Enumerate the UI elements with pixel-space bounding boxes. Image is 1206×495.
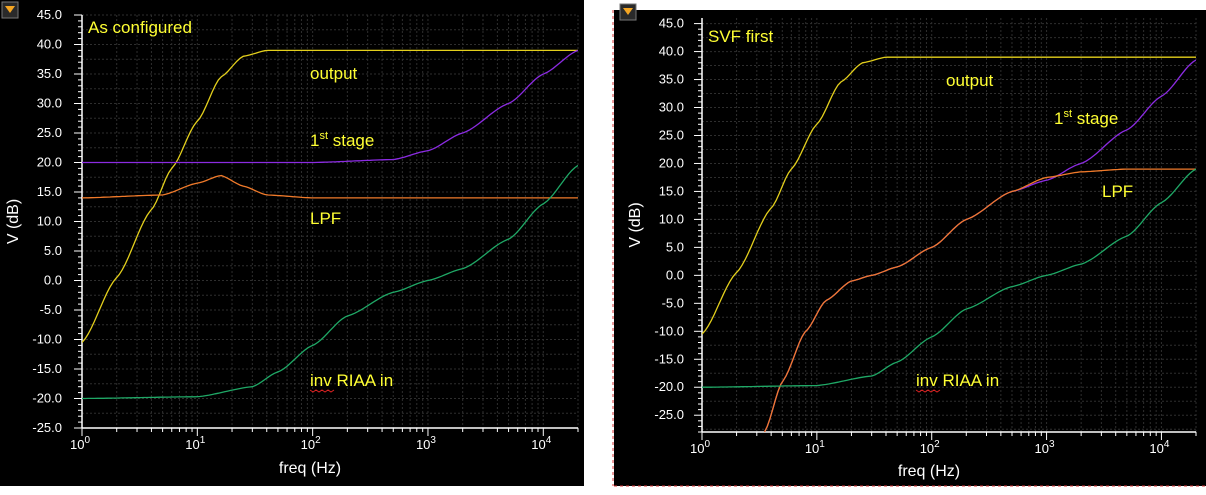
- x-axis-title: freq (Hz): [898, 463, 960, 480]
- y-tick-label: 0.0: [44, 273, 62, 288]
- y-tick-label: 45.0: [37, 7, 62, 22]
- y-tick-label: 25.0: [659, 127, 684, 142]
- x-axis-title: freq (Hz): [279, 460, 341, 477]
- y-tick-label: 40.0: [659, 44, 684, 59]
- series-annotation-lpf: LPF: [310, 209, 341, 228]
- collapse-triangle-icon[interactable]: [1, 1, 19, 19]
- y-tick-label: 5.0: [666, 239, 684, 254]
- y-tick-label: 5.0: [44, 243, 62, 258]
- series-annotation-inv-riaa: inv RIAA in: [310, 371, 393, 390]
- y-tick-label: -25.0: [32, 420, 62, 435]
- y-tick-label: -10.0: [654, 323, 684, 338]
- y-tick-label: 40.0: [37, 37, 62, 52]
- y-tick-label: 45.0: [659, 16, 684, 31]
- chart-panel-2: 45.0 40.0 35.0 30.0 25.0 20.0 15.0 10.0 5.0 0.0 -5…: [614, 3, 1206, 486]
- y-tick-label: 30.0: [37, 96, 62, 111]
- y-tick-label: -15.0: [32, 361, 62, 376]
- y-tick-label: 20.0: [659, 155, 684, 170]
- chart-canvas: 45.0 40.0 35.0 30.0 25.0 20.0 15.0 10.0 5.0 0.0 -5…: [0, 0, 1206, 487]
- plot-background: [614, 10, 1206, 486]
- y-tick-label: -20.0: [32, 391, 62, 406]
- y-tick-label: 35.0: [659, 72, 684, 87]
- y-tick-label: 20.0: [37, 155, 62, 170]
- y-tick-label: 15.0: [659, 183, 684, 198]
- series-annotation-output: output: [310, 64, 358, 83]
- chart-panel-1: 45.0 40.0 35.0 30.0 25.0 20.0 15.0 10.0 5.0 0.0 -5…: [0, 0, 584, 486]
- y-tick-label: -5.0: [662, 295, 684, 310]
- y-tick-label: 0.0: [666, 267, 684, 282]
- y-tick-label: -10.0: [32, 332, 62, 347]
- y-tick-label: -25.0: [654, 407, 684, 422]
- y-tick-label: 35.0: [37, 66, 62, 81]
- y-tick-label: -5.0: [40, 302, 62, 317]
- y-axis-title: V (dB): [627, 202, 644, 247]
- y-tick-label: 30.0: [659, 100, 684, 115]
- collapse-triangle-icon[interactable]: [619, 3, 637, 21]
- y-axis-title: V (dB): [5, 199, 22, 244]
- series-annotation-output: output: [946, 71, 994, 90]
- chart-title: As configured: [88, 18, 192, 37]
- y-tick-label: -15.0: [654, 351, 684, 366]
- y-tick-label: 15.0: [37, 184, 62, 199]
- chart-title: SVF first: [708, 27, 773, 46]
- y-tick-label: 10.0: [659, 211, 684, 226]
- y-tick-label: 10.0: [37, 214, 62, 229]
- series-annotation-inv-riaa: inv RIAA in: [916, 371, 999, 390]
- y-tick-label: 25.0: [37, 125, 62, 140]
- series-annotation-lpf: LPF: [1102, 182, 1133, 201]
- y-tick-label: -20.0: [654, 379, 684, 394]
